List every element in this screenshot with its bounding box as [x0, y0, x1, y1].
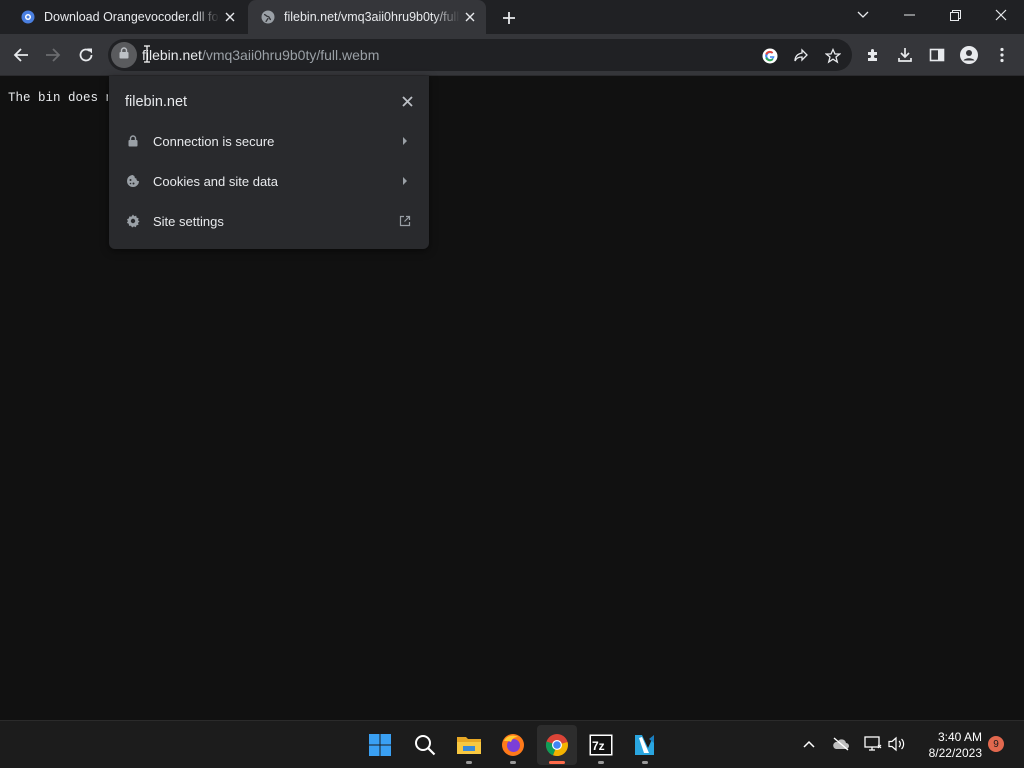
lock-icon — [119, 46, 129, 64]
onedrive-offline-icon[interactable] — [830, 733, 852, 755]
file-explorer-icon[interactable] — [449, 725, 489, 765]
gear-flower-icon — [20, 9, 36, 25]
running-indicator — [642, 761, 648, 764]
popup-item-site-settings[interactable]: Site settings — [109, 201, 429, 241]
gear-icon — [125, 213, 141, 229]
tab-search-button[interactable] — [840, 0, 886, 30]
lock-icon — [125, 133, 141, 149]
address-bar[interactable]: filebin.net/vmq3aii0hru9b0ty/full.webm — [108, 39, 852, 71]
url-host: filebin.net — [142, 47, 202, 63]
text-cursor-icon — [144, 45, 150, 63]
globe-icon — [260, 9, 276, 25]
google-lens-icon[interactable] — [759, 45, 781, 67]
windows-taskbar: 7z 3:40 AM 8/22/2023 9 — [0, 720, 1024, 768]
new-tab-button[interactable] — [498, 7, 520, 29]
popup-title: filebin.net — [125, 94, 188, 110]
download-icon[interactable] — [890, 40, 920, 70]
close-icon[interactable] — [399, 93, 415, 109]
tab-orangevocoder[interactable]: Download Orangevocoder.dll for — [8, 0, 246, 34]
forward-button[interactable] — [38, 40, 68, 70]
popup-item-label: Site settings — [153, 213, 224, 229]
side-panel-icon[interactable] — [922, 40, 952, 70]
system-clock[interactable]: 3:40 AM 8/22/2023 — [916, 729, 982, 761]
chevron-up-icon[interactable] — [798, 733, 820, 755]
profile-avatar-icon[interactable] — [954, 40, 984, 70]
reload-button[interactable] — [71, 40, 101, 70]
close-window-button[interactable] — [978, 0, 1024, 30]
page-message: The bin does not exist — [8, 91, 108, 105]
menu-kebab-icon[interactable] — [987, 40, 1017, 70]
tab-title: Download Orangevocoder.dll for — [44, 10, 220, 24]
restore-button[interactable] — [932, 0, 978, 30]
close-icon[interactable] — [220, 7, 240, 27]
search-icon[interactable] — [405, 725, 445, 765]
site-info-button[interactable] — [111, 42, 137, 68]
popup-item-cookies[interactable]: Cookies and site data — [109, 161, 429, 201]
running-indicator — [549, 761, 565, 764]
url-path: /vmq3aii0hru9b0ty/full.webm — [201, 47, 380, 63]
start-icon[interactable] — [360, 725, 400, 765]
tab-title: filebin.net/vmq3aii0hru9b0ty/full — [284, 10, 460, 24]
clock-date: 8/22/2023 — [928, 746, 982, 760]
tab-strip: Download Orangevocoder.dll for filebin.n… — [0, 0, 1024, 34]
browser-toolbar: filebin.net/vmq3aii0hru9b0ty/full.webm — [0, 34, 1024, 76]
back-button[interactable] — [6, 40, 36, 70]
chevron-right-icon — [397, 173, 413, 189]
popup-item-label: Connection is secure — [153, 133, 275, 149]
external-link-icon — [397, 213, 413, 229]
notification-badge[interactable]: 9 — [988, 736, 1004, 752]
popup-item-connection[interactable]: Connection is secure — [109, 121, 429, 161]
site-info-popup: filebin.net Connection is secure Cookies… — [109, 76, 429, 249]
bookmark-star-icon[interactable] — [822, 45, 844, 67]
tab-filebin[interactable]: filebin.net/vmq3aii0hru9b0ty/full — [248, 0, 486, 34]
popup-item-label: Cookies and site data — [153, 173, 279, 189]
chrome-icon[interactable] — [537, 725, 577, 765]
chevron-right-icon — [397, 133, 413, 149]
network-icon[interactable] — [862, 733, 884, 755]
close-icon[interactable] — [460, 7, 480, 27]
url-text[interactable]: filebin.net/vmq3aii0hru9b0ty/full.webm — [142, 47, 379, 63]
vscode-like-icon[interactable] — [625, 725, 665, 765]
running-indicator — [510, 761, 516, 764]
share-icon[interactable] — [790, 45, 812, 67]
running-indicator — [466, 761, 472, 764]
cookie-icon — [125, 173, 141, 189]
extensions-icon[interactable] — [858, 40, 888, 70]
svg-text:7z: 7z — [592, 739, 605, 753]
minimize-button[interactable] — [886, 0, 932, 30]
clock-time: 3:40 AM — [937, 730, 982, 744]
running-indicator — [598, 761, 604, 764]
7zip-icon[interactable]: 7z — [581, 725, 621, 765]
firefox-icon[interactable] — [493, 725, 533, 765]
volume-icon[interactable] — [886, 733, 908, 755]
